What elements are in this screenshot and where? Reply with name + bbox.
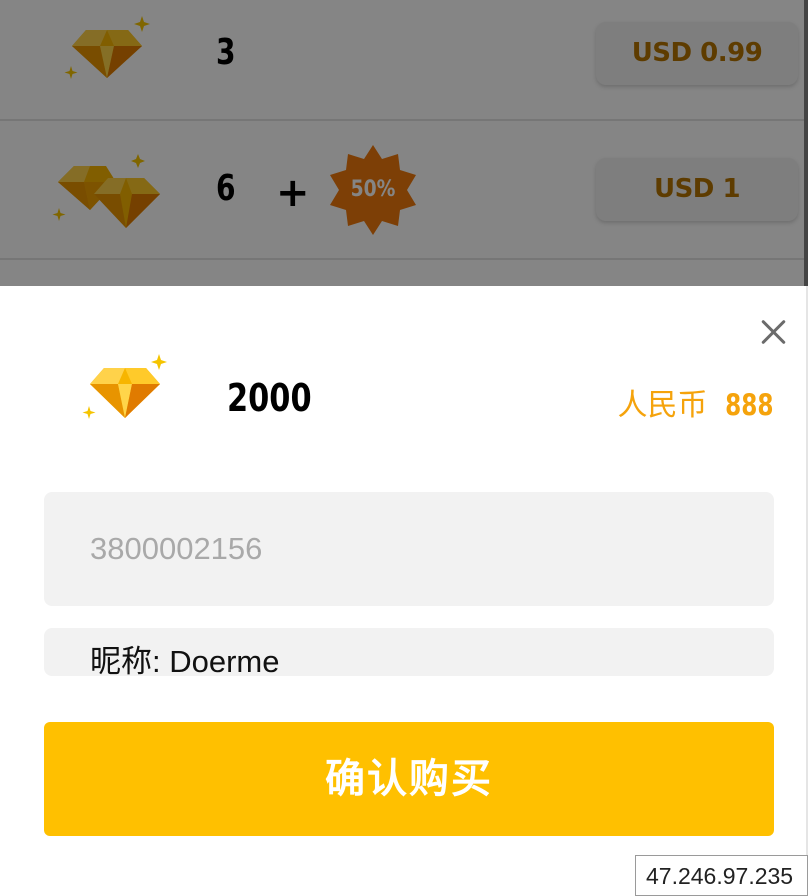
selected-price: 人民币 888 [617, 380, 774, 424]
ip-address: 47.246.97.235 [635, 855, 808, 896]
modal-backdrop[interactable] [0, 0, 808, 286]
close-icon[interactable] [760, 318, 788, 346]
nickname-text: 昵称: Doerme [90, 644, 280, 676]
selected-quantity: 2000 [227, 376, 312, 420]
scrollbar[interactable] [804, 0, 808, 286]
player-id-input[interactable] [90, 526, 730, 572]
player-id-field[interactable] [44, 492, 774, 606]
diamond-gem-icon [82, 354, 167, 419]
confirm-purchase-button[interactable]: 确认购买 [44, 722, 774, 836]
currency-label: 人民币 [617, 388, 708, 423]
nickname-field: 昵称: Doerme [44, 628, 774, 676]
currency-amount: 888 [725, 388, 774, 422]
